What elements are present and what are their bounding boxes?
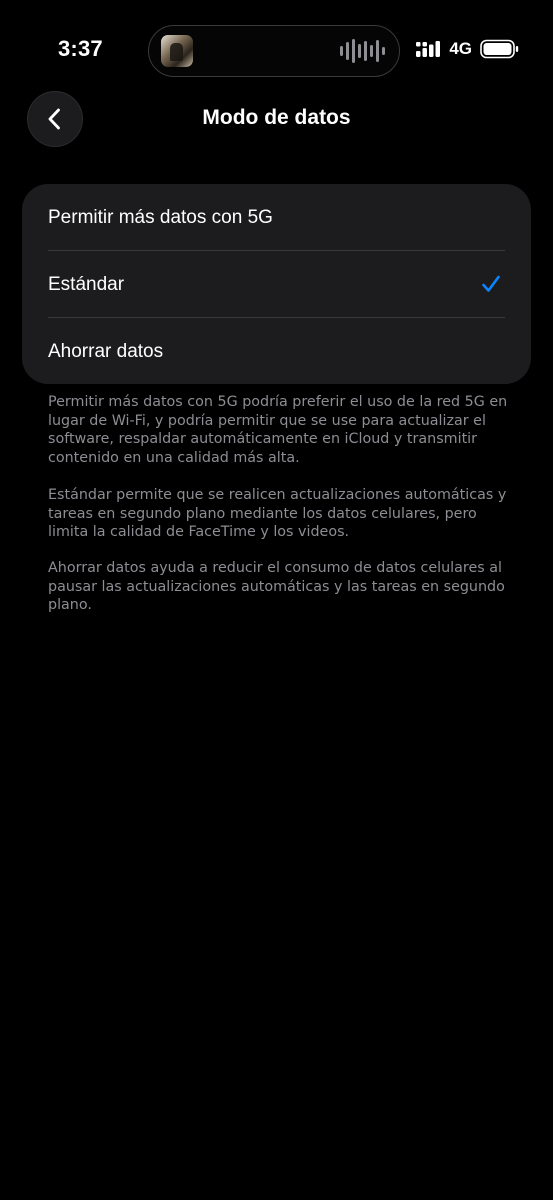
- option-low-data-mode[interactable]: Ahorrar datos: [22, 318, 531, 384]
- page-title: Modo de datos: [202, 106, 351, 129]
- description-standard: Estándar permite que se realicen actuali…: [48, 487, 507, 540]
- description-5g: Permitir más datos con 5G podría preferi…: [48, 394, 508, 466]
- option-label: Ahorrar datos: [48, 340, 164, 362]
- option-label: Estándar: [48, 273, 125, 295]
- network-type-label: 4G: [449, 39, 472, 58]
- data-mode-options: Permitir más datos con 5G Estándar Ahorr…: [22, 184, 531, 384]
- checkmark-icon: [482, 275, 500, 292]
- description-low-data: Ahorrar datos ayuda a reducir el consumo…: [48, 560, 505, 613]
- option-standard[interactable]: Estándar: [22, 251, 531, 318]
- option-allow-more-data-5g[interactable]: Permitir más datos con 5G: [22, 184, 531, 251]
- status-time: 3:37: [58, 36, 103, 61]
- now-playing-artwork: [161, 35, 193, 67]
- status-indicators: 4G: [415, 39, 520, 59]
- signal-bars-icon: [416, 41, 441, 57]
- audio-waveform-icon: [340, 39, 385, 63]
- battery-icon: [480, 39, 519, 59]
- dynamic-island[interactable]: [148, 25, 400, 77]
- option-label: Permitir más datos con 5G: [48, 206, 273, 228]
